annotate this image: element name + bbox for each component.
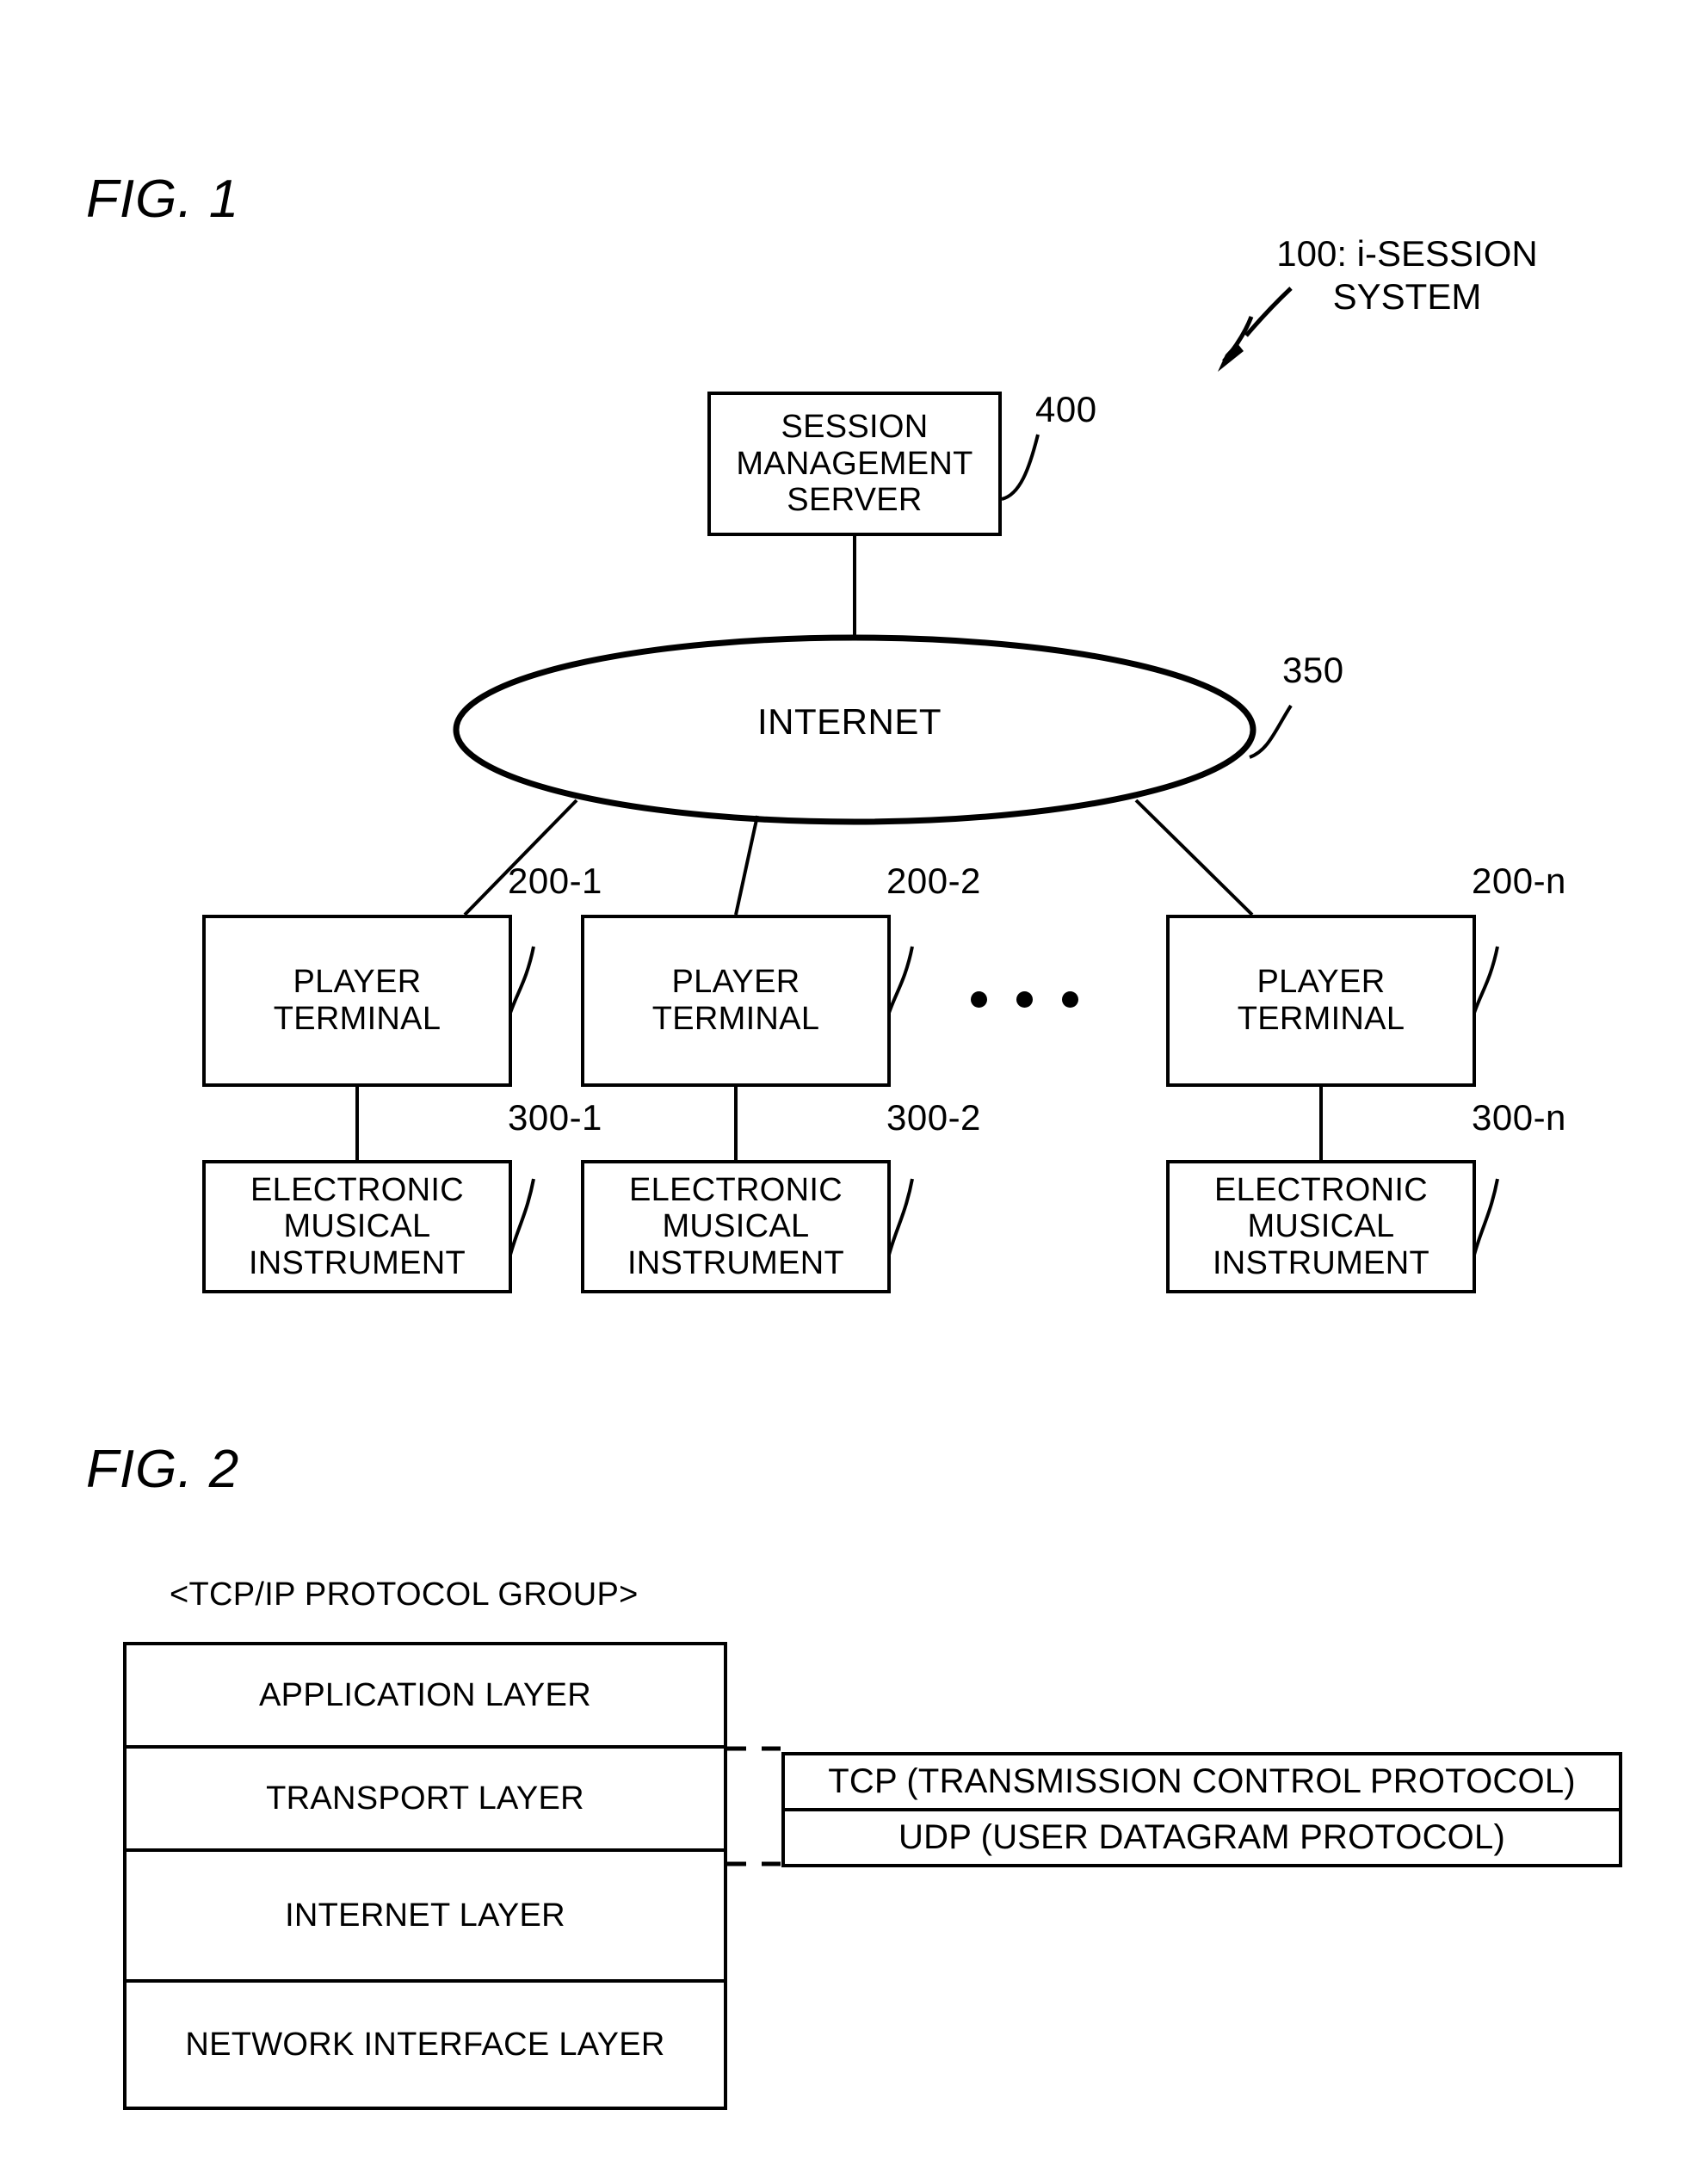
instrument-2-ref: 300-2	[886, 1097, 981, 1138]
server-label-line-1: SESSION	[781, 409, 929, 446]
terminals-ellipsis	[971, 991, 1078, 1008]
player-terminal-2-line-1: PLAYER	[671, 964, 800, 1001]
instrument-1-ref: 300-1	[508, 1097, 602, 1138]
internet-ref-number: 350	[1282, 650, 1344, 690]
server-label-line-2: MANAGEMENT	[736, 445, 973, 482]
ellipsis-dot-3	[1062, 991, 1078, 1008]
instrument-2-line-2: MUSICAL	[662, 1208, 810, 1245]
system-caption: 100: i-SESSION SYSTEM	[1252, 232, 1562, 318]
server-label-line-3: SERVER	[787, 482, 923, 519]
figure-1-label: FIG. 1	[86, 170, 240, 229]
player-terminal-1-line-2: TERMINAL	[273, 1001, 441, 1037]
player-terminal-1-ref: 200-1	[508, 861, 602, 901]
layer-row-network-interface: NETWORK INTERFACE LAYER	[185, 2026, 665, 2063]
instrument-1-line-1: ELECTRONIC	[250, 1171, 464, 1208]
instrument-1-line-2: MUSICAL	[283, 1208, 431, 1245]
player-terminal-n-line-1: PLAYER	[1257, 964, 1386, 1001]
layer-row-internet: INTERNET LAYER	[127, 1852, 724, 1983]
instrument-2-line-1: ELECTRONIC	[629, 1171, 843, 1208]
tcpip-stack-caption: <TCP/IP PROTOCOL GROUP>	[170, 1576, 639, 1613]
electronic-musical-instrument-box-n: ELECTRONIC MUSICAL INSTRUMENT	[1166, 1160, 1476, 1293]
protocol-row-tcp: TCP (TRANSMISSION CONTROL PROTOCOL)	[785, 1755, 1619, 1811]
player-terminal-n-ref: 200-n	[1472, 861, 1566, 901]
layer-row-transport: TRANSPORT LAYER	[127, 1749, 724, 1852]
player-terminal-box-n: PLAYER TERMINAL	[1166, 915, 1476, 1087]
instrument-1-line-3: INSTRUMENT	[248, 1244, 466, 1281]
player-terminal-box-1: PLAYER TERMINAL	[202, 915, 512, 1087]
protocol-row-udp: UDP (USER DATAGRAM PROTOCOL)	[898, 1818, 1505, 1856]
player-terminal-2-line-2: TERMINAL	[651, 1001, 820, 1037]
electronic-musical-instrument-box-2: ELECTRONIC MUSICAL INSTRUMENT	[581, 1160, 891, 1293]
ellipsis-dot-1	[971, 991, 987, 1008]
instrument-2-line-3: INSTRUMENT	[627, 1244, 845, 1281]
player-terminal-n-line-2: TERMINAL	[1237, 1001, 1405, 1037]
ellipsis-dot-2	[1016, 991, 1033, 1008]
player-terminal-box-2: PLAYER TERMINAL	[581, 915, 891, 1087]
server-ref-number: 400	[1035, 389, 1097, 429]
system-caption-line-2: SYSTEM	[1332, 275, 1482, 317]
instrument-n-line-3: INSTRUMENT	[1212, 1244, 1430, 1281]
player-terminal-1-line-1: PLAYER	[293, 964, 422, 1001]
session-management-server-box: SESSION MANAGEMENT SERVER	[707, 392, 1002, 536]
instrument-n-ref: 300-n	[1472, 1097, 1566, 1138]
transport-protocols-box: TCP (TRANSMISSION CONTROL PROTOCOL) UDP …	[781, 1752, 1622, 1867]
system-caption-line-1: 100: i-SESSION	[1276, 233, 1538, 274]
figure-2-label: FIG. 2	[86, 1440, 240, 1499]
instrument-n-line-2: MUSICAL	[1247, 1208, 1395, 1245]
instrument-n-line-1: ELECTRONIC	[1214, 1171, 1428, 1208]
tcpip-layer-stack: APPLICATION LAYER TRANSPORT LAYER INTERN…	[123, 1642, 727, 2110]
electronic-musical-instrument-box-1: ELECTRONIC MUSICAL INSTRUMENT	[202, 1160, 512, 1293]
layer-row-application: APPLICATION LAYER	[127, 1645, 724, 1749]
internet-label: INTERNET	[757, 701, 942, 742]
player-terminal-2-ref: 200-2	[886, 861, 981, 901]
